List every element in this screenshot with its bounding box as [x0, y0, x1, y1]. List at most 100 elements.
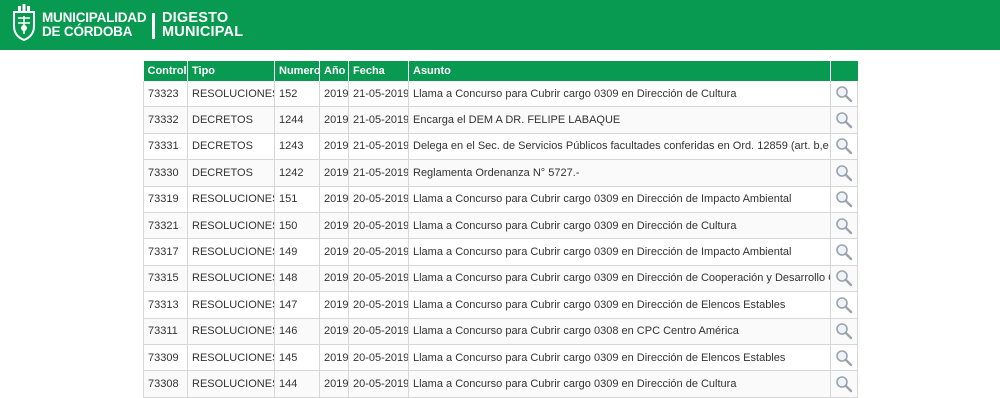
digesto-logo-text[interactable]: DIGESTO MUNICIPAL: [162, 11, 244, 40]
cell-fecha: 20-05-2019: [348, 212, 409, 240]
cell-anio: 2019: [319, 106, 349, 134]
cell-asunto: Llama a Concurso para Cubrir cargo 0309 …: [408, 370, 831, 398]
cell-fecha: 20-05-2019: [348, 186, 409, 213]
cell-fecha: 20-05-2019: [348, 265, 409, 293]
cell-anio: 2019: [319, 344, 349, 372]
city-crest-icon[interactable]: [10, 4, 38, 42]
cell-asunto: Llama a Concurso para Cubrir cargo 0309 …: [408, 212, 831, 240]
cell-asunto: Llama a Concurso para Cubrir cargo 0309 …: [408, 344, 831, 372]
cell-view: [830, 238, 858, 266]
column-header-numero[interactable]: Numero: [274, 61, 321, 81]
cell-fecha: 20-05-2019: [348, 291, 409, 319]
cell-tipo: RESOLUCIONES: [187, 344, 275, 372]
cell-numero: 1243: [274, 133, 320, 161]
table-row[interactable]: 73317 RESOLUCIONES 149 2019 20-05-2019 Llama …: [143, 238, 858, 266]
site-header: MUNICIPALIDAD DE CÓRDOBA DIGESTO MUNICIP…: [0, 0, 1000, 50]
column-header-tipo[interactable]: Tipo: [187, 61, 275, 81]
cell-tipo: RESOLUCIONES: [187, 318, 275, 345]
table-row[interactable]: 73332 DECRETOS 1244 2019 21-05-2019 Encarga e…: [143, 106, 858, 134]
magnifier-icon[interactable]: [835, 111, 853, 129]
column-header-control[interactable]: Control: [143, 61, 188, 81]
table-row[interactable]: 73330 DECRETOS 1242 2019 21-05-2019 Reglament…: [143, 159, 858, 187]
cell-tipo: RESOLUCIONES: [187, 212, 275, 240]
results-table: Control Tipo Numero Año Fecha Asunto 733…: [143, 61, 858, 398]
cell-numero: 144: [274, 370, 320, 398]
table-row[interactable]: 73309 RESOLUCIONES 145 2019 20-05-2019 Llama …: [143, 344, 858, 372]
column-header-fecha[interactable]: Fecha: [348, 61, 409, 81]
cell-fecha: 21-05-2019: [348, 133, 409, 161]
cell-fecha: 20-05-2019: [348, 318, 409, 345]
cell-view: [830, 318, 858, 345]
cell-view: [830, 81, 858, 108]
cell-asunto: Llama a Concurso para Cubrir cargo 0309 …: [408, 81, 831, 108]
cell-view: [830, 212, 858, 240]
table-row[interactable]: 73315 RESOLUCIONES 148 2019 20-05-2019 Llama …: [143, 265, 858, 293]
magnifier-icon[interactable]: [835, 85, 853, 103]
cell-numero: 147: [274, 291, 320, 319]
cell-control: 73330: [143, 159, 188, 187]
cell-numero: 152: [274, 81, 320, 108]
cell-numero: 150: [274, 212, 320, 240]
cell-anio: 2019: [319, 318, 349, 345]
app-title-line-2: MUNICIPAL: [162, 24, 244, 40]
cell-tipo: RESOLUCIONES: [187, 186, 275, 213]
magnifier-icon[interactable]: [835, 137, 853, 155]
cell-tipo: RESOLUCIONES: [187, 370, 275, 398]
cell-view: [830, 370, 858, 398]
cell-control: 73309: [143, 344, 188, 372]
results-table-container: Control Tipo Numero Año Fecha Asunto 733…: [143, 61, 858, 398]
table-row[interactable]: 73321 RESOLUCIONES 150 2019 20-05-2019 Llama …: [143, 212, 858, 240]
cell-asunto: Llama a Concurso para Cubrir cargo 0309 …: [408, 186, 831, 213]
magnifier-icon[interactable]: [835, 375, 853, 393]
cell-numero: 146: [274, 318, 320, 345]
magnifier-icon[interactable]: [835, 243, 853, 261]
magnifier-icon[interactable]: [835, 217, 853, 235]
cell-anio: 2019: [319, 133, 349, 161]
magnifier-icon[interactable]: [835, 190, 853, 208]
magnifier-icon[interactable]: [835, 164, 853, 182]
table-row[interactable]: 73308 RESOLUCIONES 144 2019 20-05-2019 Llama …: [143, 370, 858, 398]
cell-asunto: Llama a Concurso para Cubrir cargo 0308 …: [408, 318, 831, 345]
cell-asunto: Llama a Concurso para Cubrir cargo 0309 …: [408, 238, 831, 266]
cell-control: 73311: [143, 318, 188, 345]
table-row[interactable]: 73323 RESOLUCIONES 152 2019 21-05-2019 Llama …: [143, 81, 858, 108]
cell-numero: 148: [274, 265, 320, 293]
cell-anio: 2019: [319, 212, 349, 240]
table-row[interactable]: 73319 RESOLUCIONES 151 2019 20-05-2019 Llama …: [143, 186, 858, 213]
column-header-actions: [830, 61, 858, 81]
cell-asunto: Delega en el Sec. de Servicios Públicos …: [408, 133, 831, 161]
cell-numero: 1242: [274, 159, 320, 187]
cell-tipo: DECRETOS: [187, 159, 275, 187]
column-header-asunto[interactable]: Asunto: [408, 61, 831, 81]
cell-asunto: Llama a Concurso para Cubrir cargo 0309 …: [408, 265, 831, 293]
cell-fecha: 20-05-2019: [348, 238, 409, 266]
cell-control: 73317: [143, 238, 188, 266]
cell-tipo: RESOLUCIONES: [187, 81, 275, 108]
cell-view: [830, 344, 858, 372]
cell-view: [830, 265, 858, 293]
cell-tipo: RESOLUCIONES: [187, 291, 275, 319]
cell-numero: 149: [274, 238, 320, 266]
magnifier-icon[interactable]: [835, 322, 853, 340]
cell-control: 73332: [143, 106, 188, 134]
municipality-logo-text[interactable]: MUNICIPALIDAD DE CÓRDOBA: [42, 11, 147, 39]
cell-fecha: 20-05-2019: [348, 344, 409, 372]
brand-line-2: DE CÓRDOBA: [42, 24, 133, 39]
cell-view: [830, 159, 858, 187]
magnifier-icon[interactable]: [835, 269, 853, 287]
cell-control: 73331: [143, 133, 188, 161]
magnifier-icon[interactable]: [835, 349, 853, 367]
cell-numero: 151: [274, 186, 320, 213]
cell-anio: 2019: [319, 81, 349, 108]
header-divider: [152, 13, 155, 39]
cell-control: 73323: [143, 81, 188, 108]
magnifier-icon[interactable]: [835, 296, 853, 314]
table-row[interactable]: 73313 RESOLUCIONES 147 2019 20-05-2019 Llama …: [143, 291, 858, 319]
cell-fecha: 21-05-2019: [348, 81, 409, 108]
cell-view: [830, 106, 858, 134]
cell-fecha: 21-05-2019: [348, 106, 409, 134]
table-row[interactable]: 73331 DECRETOS 1243 2019 21-05-2019 Delega en…: [143, 133, 858, 161]
column-header-anio[interactable]: Año: [319, 61, 349, 81]
cell-control: 73308: [143, 370, 188, 398]
table-row[interactable]: 73311 RESOLUCIONES 146 2019 20-05-2019 Llama …: [143, 318, 858, 345]
